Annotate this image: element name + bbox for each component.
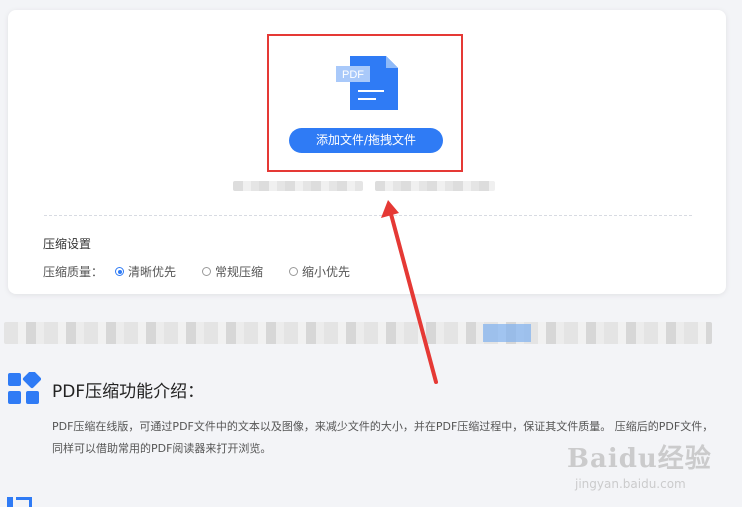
- quality-option-smaller[interactable]: 缩小优先: [289, 263, 350, 280]
- radio-icon[interactable]: [202, 267, 212, 276]
- intro-title: PDF压缩功能介绍：: [52, 382, 205, 402]
- radio-icon[interactable]: [289, 267, 299, 276]
- blurred-hint-text: [233, 181, 363, 191]
- baidu-watermark: Baidu经验 jingyan.baidu.com: [567, 438, 717, 498]
- quality-label: 压缩质量：: [43, 265, 104, 279]
- compression-settings-title: 压缩设置: [43, 237, 92, 251]
- quality-options-row: 压缩质量： 清晰优先 常规压缩 缩小优先: [43, 263, 376, 280]
- blurred-hint-text: [375, 181, 495, 191]
- quality-option-normal[interactable]: 常规压缩: [202, 263, 263, 280]
- feature-grid-icon: [8, 372, 41, 404]
- add-file-button[interactable]: 添加文件/拖拽文件: [289, 128, 443, 153]
- section-icon-partial: [7, 497, 32, 507]
- blurred-banner-accent: [483, 324, 531, 342]
- blurred-banner: [4, 322, 712, 344]
- quality-option-label: 清晰优先: [128, 265, 177, 279]
- watermark-brand: Baidu经验: [567, 444, 712, 474]
- quality-option-clear[interactable]: 清晰优先: [115, 263, 176, 280]
- pdf-file-icon[interactable]: PDF: [336, 54, 400, 114]
- quality-option-label: 常规压缩: [215, 265, 264, 279]
- dashed-divider: [44, 215, 692, 216]
- quality-option-label: 缩小优先: [302, 265, 351, 279]
- radio-checked-icon[interactable]: [115, 267, 125, 276]
- pdf-badge-text: PDF: [342, 69, 364, 81]
- watermark-url: jingyan.baidu.com: [575, 477, 686, 491]
